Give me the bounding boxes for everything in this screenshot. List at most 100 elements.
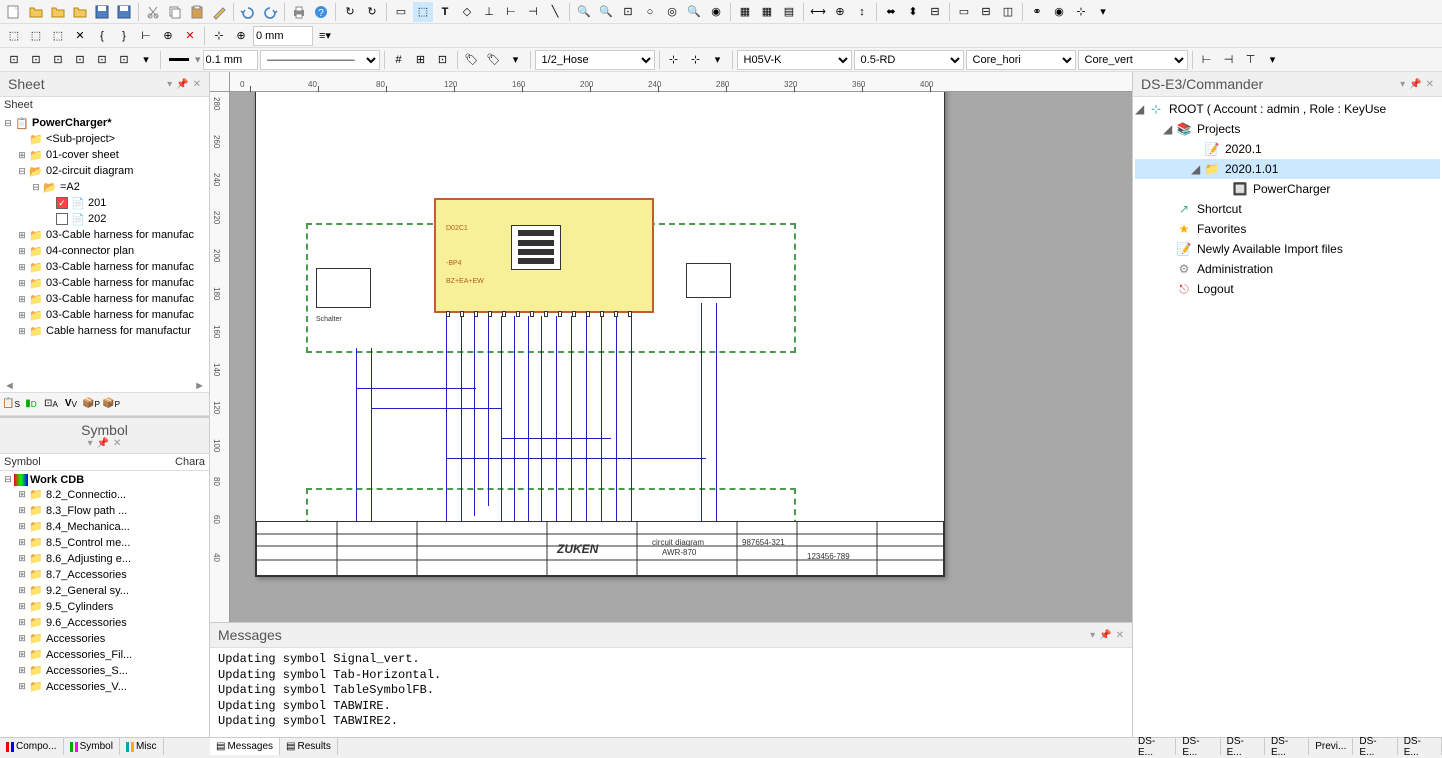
copy-icon[interactable] xyxy=(165,2,185,22)
end1-icon[interactable]: ⊢ xyxy=(1197,50,1217,70)
wire-size-select[interactable]: 0.5-RD xyxy=(854,50,964,70)
tree-item[interactable]: ⊞📁03-Cable harness for manufac xyxy=(2,259,207,275)
commander-p2[interactable]: ◢📁2020.1.01 xyxy=(1135,159,1440,179)
select-icon[interactable]: ▭ xyxy=(391,2,411,22)
btab-dse[interactable]: DS-E... xyxy=(1176,738,1220,755)
btab-dse[interactable]: DS-E... xyxy=(1132,738,1176,755)
undo-icon[interactable] xyxy=(238,2,258,22)
close-icon[interactable]: ✕ xyxy=(113,438,121,449)
dropdown-icon[interactable]: ▾ xyxy=(1090,630,1095,641)
line-style-select[interactable]: ———————— xyxy=(260,50,380,70)
sym-item[interactable]: ⊞📁9.2_General sy... xyxy=(2,583,207,599)
mini-p-icon[interactable]: 📦P xyxy=(82,395,100,413)
commander-admin[interactable]: ⚙Administration xyxy=(1135,259,1440,279)
mini-a-icon[interactable]: ⊡A xyxy=(42,395,60,413)
new-file-icon[interactable] xyxy=(4,2,24,22)
cut-icon[interactable] xyxy=(143,2,163,22)
switch-block[interactable] xyxy=(316,268,371,308)
sym-item[interactable]: ⊞📁8.2_Connectio... xyxy=(2,487,207,503)
open-folder2-icon[interactable] xyxy=(48,2,68,22)
tag1-icon[interactable]: 🏷 xyxy=(462,50,482,70)
wire1-icon[interactable]: ⊹ xyxy=(664,50,684,70)
mini-d-icon[interactable]: ▮D xyxy=(22,395,40,413)
line-icon[interactable]: ╲ xyxy=(545,2,565,22)
mode3-icon[interactable]: ⬚ xyxy=(48,26,68,46)
dim-v-icon[interactable]: ↕ xyxy=(852,2,872,22)
btab-results[interactable]: ▤ Results xyxy=(280,738,338,755)
zoom-100-icon[interactable]: ○ xyxy=(640,2,660,22)
brush-icon[interactable] xyxy=(209,2,229,22)
hash-icon[interactable]: # xyxy=(389,50,409,70)
cancel-icon[interactable]: ✕ xyxy=(180,26,200,46)
end3-icon[interactable]: ⊤ xyxy=(1241,50,1261,70)
commander-root[interactable]: ◢⊹ROOT ( Account : admin , Role : KeyUse xyxy=(1135,99,1440,119)
btab-compo[interactable]: Compo... xyxy=(0,738,64,755)
scroll-right-icon[interactable]: ► xyxy=(194,380,205,392)
tile-icon[interactable]: ▭ xyxy=(954,2,974,22)
zoom-fit-icon[interactable]: ⊡ xyxy=(618,2,638,22)
place-more-icon[interactable]: ▾ xyxy=(136,50,156,70)
place5-icon[interactable]: ⊡ xyxy=(92,50,112,70)
dim-add-icon[interactable]: ⊕ xyxy=(830,2,850,22)
hash2-icon[interactable]: ⊞ xyxy=(411,50,431,70)
commander-projects[interactable]: ◢📚Projects xyxy=(1135,119,1440,139)
hose-select[interactable]: 1/2_Hose xyxy=(535,50,655,70)
align-r-icon[interactable]: ⊣ xyxy=(523,2,543,22)
tree-item[interactable]: ⊞📁03-Cable harness for manufac xyxy=(2,307,207,323)
zoom-all-icon[interactable]: ◉ xyxy=(706,2,726,22)
window-v-icon[interactable]: ⬍ xyxy=(903,2,923,22)
relay-block[interactable] xyxy=(686,263,731,298)
commander-import[interactable]: 📝Newly Available Import files xyxy=(1135,239,1440,259)
btab-dse[interactable]: DS-E... xyxy=(1398,738,1442,755)
save-icon[interactable] xyxy=(92,2,112,22)
btab-dse[interactable]: DS-E... xyxy=(1221,738,1265,755)
tree-item[interactable]: ⊟📂=A2 xyxy=(2,179,207,195)
align-b-icon[interactable]: ⊥ xyxy=(479,2,499,22)
sym-item[interactable]: ⊞📁Accessories_Fil... xyxy=(2,647,207,663)
snap-icon[interactable]: ⊹ xyxy=(209,26,229,46)
bracket-l-icon[interactable]: { xyxy=(92,26,112,46)
layers-icon[interactable]: ▤ xyxy=(779,2,799,22)
btab-messages[interactable]: ▤ Messages xyxy=(210,738,280,755)
more-icon[interactable]: ▾ xyxy=(1093,2,1113,22)
window-close-icon[interactable]: ⊟ xyxy=(925,2,945,22)
btab-prev[interactable]: Previ... xyxy=(1309,738,1353,755)
btab-misc[interactable]: Misc xyxy=(120,738,164,755)
snap-value-input[interactable] xyxy=(253,26,313,46)
sym-item[interactable]: ⊞📁8.7_Accessories xyxy=(2,567,207,583)
end-more-icon[interactable]: ▾ xyxy=(1263,50,1283,70)
tile-v-icon[interactable]: ◫ xyxy=(998,2,1018,22)
print-icon[interactable] xyxy=(289,2,309,22)
mini-p2-icon[interactable]: 📦P xyxy=(102,395,120,413)
symbol-root[interactable]: ⊟Work CDB xyxy=(2,473,207,487)
mini-v-icon[interactable]: VV xyxy=(62,395,80,413)
checkbox-icon[interactable] xyxy=(56,213,68,225)
sym-item[interactable]: ⊞📁8.6_Adjusting e... xyxy=(2,551,207,567)
wire-type-select[interactable]: H05V-K xyxy=(737,50,852,70)
commander-shortcut[interactable]: ↗Shortcut xyxy=(1135,199,1440,219)
tree-item[interactable]: ⊞📁Cable harness for manufactur xyxy=(2,323,207,339)
dropdown-icon[interactable]: ▾ xyxy=(1400,79,1405,90)
tree-item[interactable]: ⊞📁04-connector plan xyxy=(2,243,207,259)
core-v-select[interactable]: Core_vert xyxy=(1078,50,1188,70)
commander-logout[interactable]: ⎋Logout xyxy=(1135,279,1440,299)
pin-icon[interactable]: 📌 xyxy=(176,79,188,90)
sym-item[interactable]: ⊞📁8.5_Control me... xyxy=(2,535,207,551)
close-icon[interactable]: ✕ xyxy=(1426,79,1434,90)
dropdown-icon[interactable]: ▾ xyxy=(167,79,172,90)
commander-p1[interactable]: 📝2020.1 xyxy=(1135,139,1440,159)
save-as-icon[interactable] xyxy=(114,2,134,22)
refresh2-icon[interactable]: ↻ xyxy=(362,2,382,22)
plus-icon[interactable]: ⊕ xyxy=(158,26,178,46)
net-icon[interactable]: ⊹ xyxy=(1071,2,1091,22)
btab-symbol[interactable]: Symbol xyxy=(64,738,120,755)
scroll-left-icon[interactable]: ◄ xyxy=(4,380,15,392)
info-icon[interactable]: ? xyxy=(311,2,331,22)
place6-icon[interactable]: ⊡ xyxy=(114,50,134,70)
refresh-icon[interactable]: ↻ xyxy=(340,2,360,22)
tree-root[interactable]: ⊟📋PowerCharger* xyxy=(2,115,207,131)
ruler-icon[interactable]: ⊢ xyxy=(136,26,156,46)
sym-item[interactable]: ⊞📁Accessories_S... xyxy=(2,663,207,679)
place2-icon[interactable]: ⊡ xyxy=(26,50,46,70)
text-icon[interactable]: T xyxy=(435,2,455,22)
